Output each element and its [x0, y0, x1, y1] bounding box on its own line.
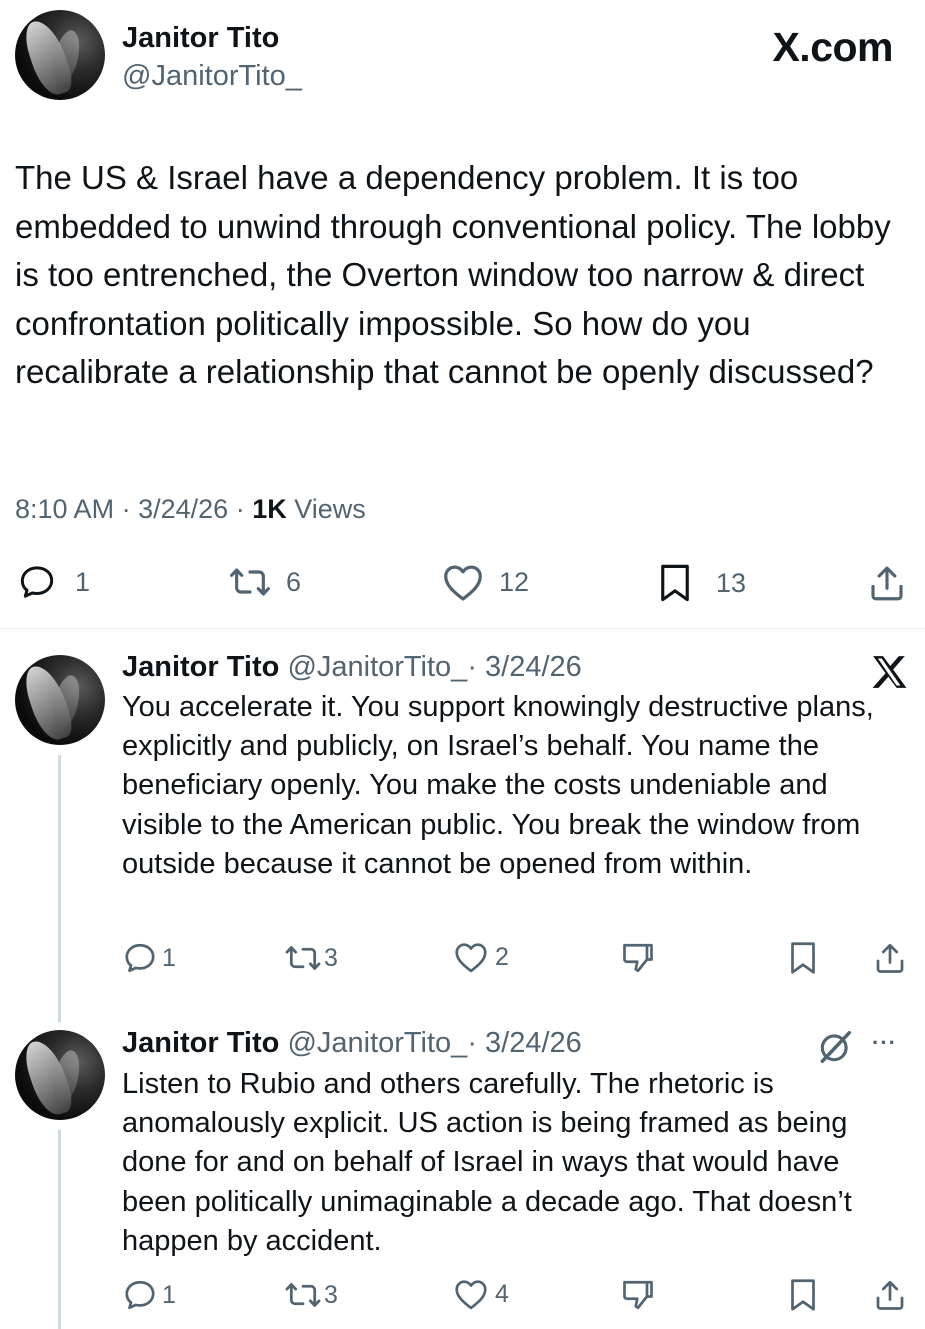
share-icon — [871, 566, 903, 601]
reply-text: Listen to Rubio and others carefully. Th… — [122, 1068, 852, 1257]
reply-avatar[interactable] — [15, 1030, 105, 1120]
reply-count: 1 — [162, 1280, 176, 1309]
x-com-logo: X.com — [772, 24, 893, 70]
reply-icon — [125, 1280, 155, 1310]
reply-button[interactable]: 1 — [122, 1277, 176, 1313]
reply-header: Janitor Tito @JanitorTito_· 3/24/26 — [122, 651, 582, 684]
author-avatar[interactable] — [15, 10, 105, 100]
reply-date[interactable]: · 3/24/26 — [467, 651, 581, 683]
bookmark-icon — [791, 942, 815, 974]
repost-icon — [230, 568, 270, 596]
author-name[interactable]: Janitor Tito — [122, 22, 279, 55]
bookmark-button[interactable]: 13 — [656, 562, 746, 604]
analytics-button[interactable] — [620, 1277, 656, 1313]
reply-author-name[interactable]: Janitor Tito — [122, 1027, 279, 1059]
reply-avatar[interactable] — [15, 655, 105, 745]
bookmark-button[interactable] — [788, 940, 818, 976]
share-button[interactable] — [872, 940, 908, 976]
post-text: The US & Israel have a dependency proble… — [15, 159, 891, 390]
reply-header: Janitor Tito @JanitorTito_· 3/24/26 — [122, 1027, 582, 1060]
section-divider — [0, 628, 925, 629]
reply-count: 1 — [162, 943, 176, 972]
meta-separator: · — [121, 494, 131, 524]
repost-icon — [285, 946, 321, 970]
reply-button[interactable]: 1 — [17, 562, 90, 602]
post-time[interactable]: 8:10 AM — [15, 494, 114, 524]
views-count: 1K — [252, 494, 287, 524]
reply-icon — [20, 566, 54, 598]
repost-count: 3 — [324, 943, 338, 972]
share-button[interactable] — [872, 1277, 908, 1313]
reply-author-handle[interactable]: @JanitorTito_ — [287, 651, 467, 683]
heart-icon — [455, 1280, 487, 1310]
like-button[interactable]: 4 — [453, 1277, 509, 1311]
like-button[interactable]: 12 — [441, 562, 529, 602]
share-button[interactable] — [866, 562, 908, 604]
reply-text: You accelerate it. You support knowingly… — [122, 691, 874, 880]
heart-icon — [444, 565, 482, 601]
repost-icon — [285, 1283, 321, 1307]
author-handle[interactable]: @JanitorTito_ — [122, 60, 302, 93]
reply-date[interactable]: · 3/24/26 — [467, 1027, 581, 1059]
thread-connector-line — [58, 755, 61, 1022]
bookmark-icon — [661, 564, 689, 602]
bookmark-icon — [791, 1279, 815, 1311]
thread-connector-line — [58, 1130, 61, 1329]
share-icon — [876, 943, 904, 973]
meta-separator: · — [235, 494, 245, 524]
heart-icon — [455, 943, 487, 973]
like-count: 4 — [495, 1279, 509, 1308]
reply-icon — [125, 943, 155, 973]
share-icon — [876, 1280, 904, 1310]
dislike-icon — [623, 1280, 653, 1310]
post-date[interactable]: 3/24/26 — [138, 494, 228, 524]
dislike-icon — [623, 943, 653, 973]
bookmark-button[interactable] — [788, 1277, 818, 1313]
views-label: Views — [294, 494, 366, 524]
like-button[interactable]: 2 — [453, 940, 509, 974]
repost-button[interactable]: 3 — [284, 940, 338, 976]
reply-author-name[interactable]: Janitor Tito — [122, 651, 279, 683]
reply-author-handle[interactable]: @JanitorTito_ — [287, 1027, 467, 1059]
bookmark-count: 13 — [716, 567, 747, 598]
analytics-button[interactable] — [620, 940, 656, 976]
repost-button[interactable]: 6 — [228, 562, 301, 602]
post-meta: 8:10 AM · 3/24/26 · 1K Views — [15, 494, 366, 525]
like-count: 12 — [499, 566, 530, 597]
repost-button[interactable]: 3 — [284, 1277, 338, 1313]
more-options-icon[interactable]: ··· — [872, 1030, 897, 1056]
reply-button[interactable]: 1 — [122, 940, 176, 976]
reply-count: 1 — [75, 566, 91, 597]
like-count: 2 — [495, 942, 509, 971]
repost-count: 3 — [324, 1280, 338, 1309]
repost-count: 6 — [286, 566, 302, 597]
